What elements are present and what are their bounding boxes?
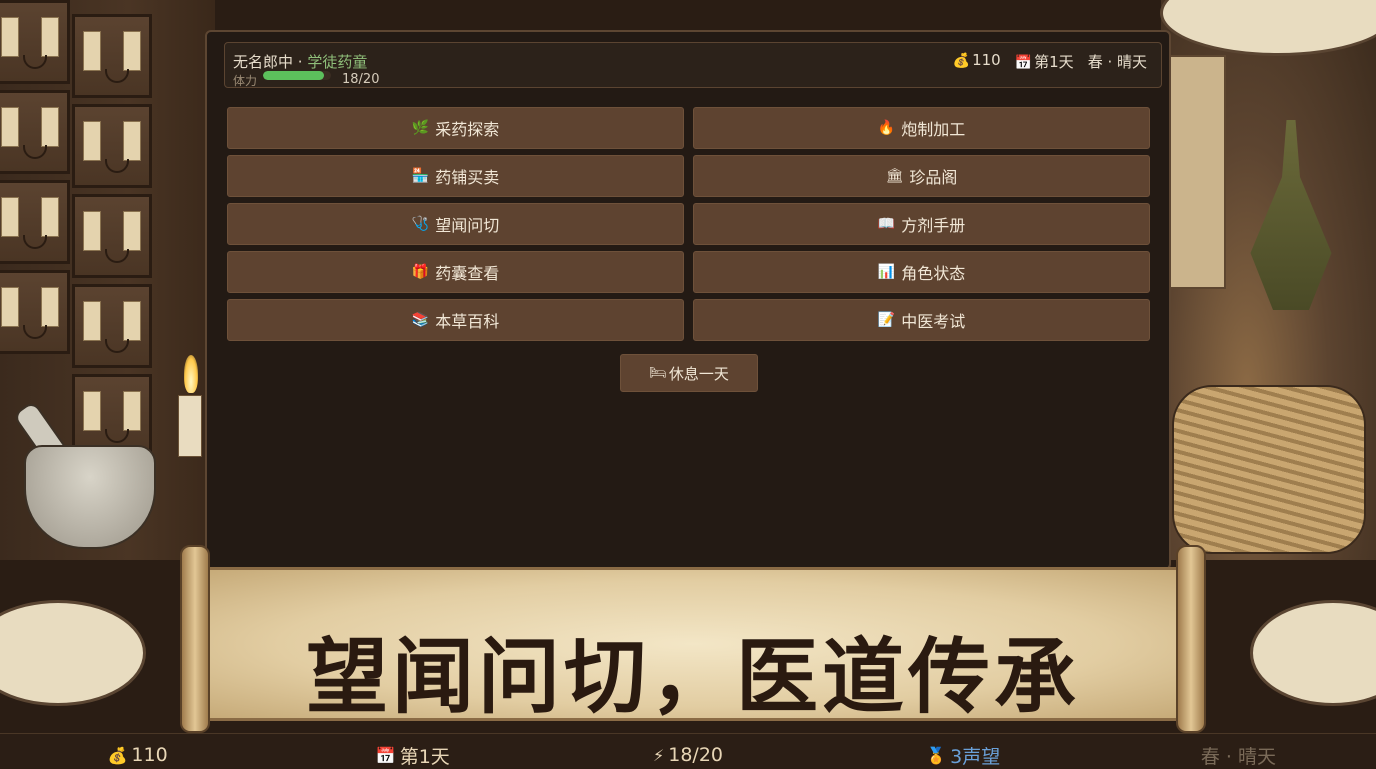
menu-item-icon: 🔥 bbox=[877, 120, 896, 136]
treasure-pavilion-button[interactable]: 🏛 珍品阁 bbox=[693, 155, 1150, 197]
stamina-bar-fill bbox=[263, 71, 325, 80]
status-money: 💰 110 bbox=[0, 734, 275, 768]
lightning-icon: ⚡ bbox=[653, 745, 665, 765]
player-name: 无名郎中 bbox=[233, 53, 294, 71]
candle-flame-image bbox=[184, 355, 198, 393]
slogan-text: 望闻问切，医道传承 bbox=[305, 629, 1080, 725]
tcm-exam-button[interactable]: 📝 中医考试 bbox=[693, 299, 1150, 341]
status-day-value: 第1天 bbox=[399, 745, 450, 768]
herb-wall bbox=[1161, 0, 1376, 560]
pharmacy-trade-button[interactable]: 🏪 药铺买卖 bbox=[227, 155, 684, 197]
menu-item-icon: 📝 bbox=[877, 312, 896, 328]
herb-gathering-button[interactable]: 🌿 采药探索 bbox=[227, 107, 684, 149]
medal-icon: 🏅 bbox=[926, 745, 947, 765]
menu-item-label: 炮制加工 bbox=[901, 120, 966, 139]
menu-item-label: 药铺买卖 bbox=[435, 168, 500, 187]
menu-item-label: 角色状态 bbox=[901, 264, 966, 283]
main-menu-panel: 无名郎中 · 学徒药童 体力 18/20 💰 110 📅 第1天 春 · 晴天 🌿 采… bbox=[205, 30, 1171, 570]
scroll-rod-right bbox=[1176, 545, 1206, 733]
status-money-value: 110 bbox=[131, 744, 168, 766]
menu-item-label: 药囊查看 bbox=[435, 264, 500, 283]
menu-item-label: 本草百科 bbox=[435, 312, 500, 331]
scroll-paper: 望闻问切，医道传承 bbox=[205, 567, 1181, 725]
scroll-rod-left bbox=[180, 545, 210, 733]
day-value: 第1天 bbox=[1034, 53, 1074, 71]
rest-day-button[interactable]: 🛏 休息一天 bbox=[620, 354, 758, 392]
bottom-status-bar: 💰 110 📅 第1天 ⚡ 18/20 🏅 3声望 春 · 晴天 bbox=[0, 733, 1376, 768]
mortar-image bbox=[24, 445, 156, 549]
hanging-herbs-image bbox=[1250, 120, 1332, 310]
stamina-label: 体力 bbox=[233, 74, 258, 88]
stamina-bar bbox=[263, 71, 331, 80]
money-value: 110 bbox=[972, 51, 1001, 69]
menu-item-icon: 📊 bbox=[877, 264, 896, 280]
player-rank: 学徒药童 bbox=[307, 53, 368, 71]
header-stats: 💰 110 📅 第1天 春 · 晴天 bbox=[953, 51, 1147, 72]
status-day: 📅 第1天 bbox=[275, 734, 550, 768]
money-bag-icon: 💰 bbox=[952, 53, 971, 69]
menu-item-icon: 🌿 bbox=[411, 120, 430, 136]
player-name-line: 无名郎中 · 学徒药童 bbox=[233, 51, 367, 72]
diagnosis-button[interactable]: 🩺 望闻问切 bbox=[227, 203, 684, 245]
status-weather: 春 · 晴天 bbox=[1200, 745, 1276, 768]
name-separator: · bbox=[293, 53, 308, 71]
menu-item-icon: 🏪 bbox=[411, 168, 430, 184]
herb-bundle-image bbox=[1172, 385, 1366, 554]
rest-label: 休息一天 bbox=[668, 364, 729, 383]
prescription-manual-button[interactable]: 📖 方剂手册 bbox=[693, 203, 1150, 245]
processing-button[interactable]: 🔥 炮制加工 bbox=[693, 107, 1150, 149]
money-bag-icon: 💰 bbox=[107, 745, 128, 765]
header-day: 📅 第1天 bbox=[1015, 51, 1074, 72]
menu-item-label: 方剂手册 bbox=[901, 216, 966, 235]
medicine-cabinet bbox=[0, 0, 215, 560]
menu-item-label: 采药探索 bbox=[435, 120, 500, 139]
status-stamina-value: 18/20 bbox=[668, 744, 723, 766]
menu-item-icon: 🎁 bbox=[411, 264, 430, 280]
menu-item-icon: 🏛 bbox=[885, 168, 904, 184]
candle-image bbox=[178, 395, 202, 457]
menu-item-icon: 📖 bbox=[877, 216, 896, 232]
cloud-ornament bbox=[0, 600, 146, 706]
status-reputation: 🏅 3声望 bbox=[826, 734, 1101, 768]
menu-item-label: 珍品阁 bbox=[909, 168, 958, 187]
character-status-button[interactable]: 📊 角色状态 bbox=[693, 251, 1150, 293]
calendar-icon: 📅 bbox=[1014, 55, 1033, 71]
calendar-icon: 📅 bbox=[375, 745, 396, 765]
menu-item-label: 望闻问切 bbox=[435, 216, 500, 235]
medicine-bag-button[interactable]: 🎁 药囊查看 bbox=[227, 251, 684, 293]
header-weather: 春 · 晴天 bbox=[1087, 53, 1147, 71]
player-header: 无名郎中 · 学徒药童 体力 18/20 💰 110 📅 第1天 春 · 晴天 bbox=[224, 42, 1162, 88]
herbal-encyclopedia-button[interactable]: 📚 本草百科 bbox=[227, 299, 684, 341]
header-money: 💰 110 bbox=[953, 51, 1001, 72]
slogan-scroll: 望闻问切，医道传承 bbox=[180, 545, 1206, 735]
bed-icon: 🛏 bbox=[649, 365, 667, 381]
cloud-ornament bbox=[1250, 600, 1376, 706]
status-reputation-value: 3声望 bbox=[950, 745, 1001, 768]
menu-item-label: 中医考试 bbox=[901, 312, 966, 331]
stamina-value: 18/20 bbox=[342, 72, 380, 87]
menu-item-icon: 🩺 bbox=[411, 216, 430, 232]
menu-grid: 🌿 采药探索 🔥 炮制加工 🏪 药铺买卖 🏛 珍品阁 🩺 望闻问切 📖 方剂手册 🎁 药囊查看 📊 角色状态 📚… bbox=[227, 107, 1151, 341]
menu-item-icon: 📚 bbox=[411, 312, 430, 328]
status-stamina: ⚡ 18/20 bbox=[550, 734, 825, 768]
